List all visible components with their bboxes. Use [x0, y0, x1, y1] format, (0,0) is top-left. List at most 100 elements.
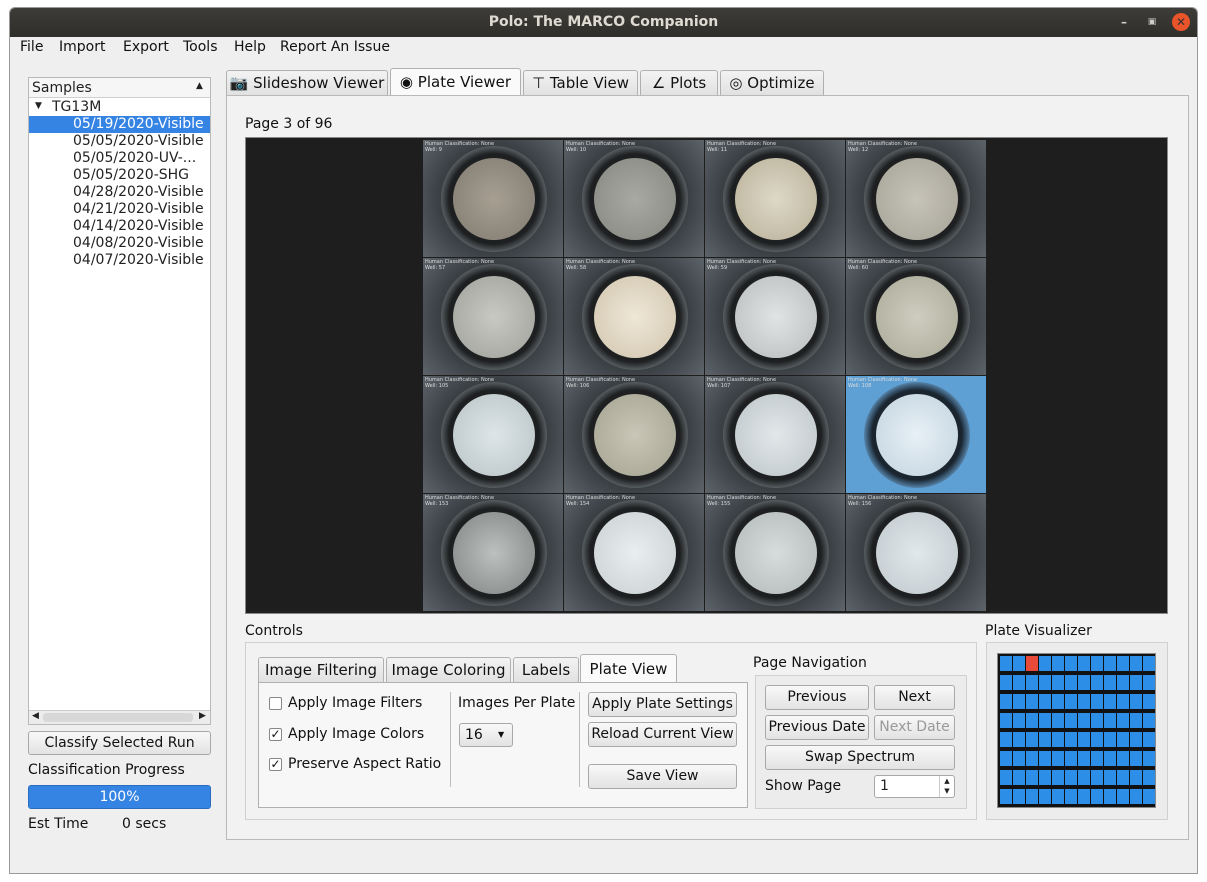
- plate-cell[interactable]: [1039, 789, 1051, 804]
- plate-cell[interactable]: [1078, 694, 1090, 709]
- plate-cell[interactable]: [1130, 770, 1142, 785]
- well-image[interactable]: Human Classification: None Well: 59: [705, 258, 845, 375]
- reload-current-view-button[interactable]: Reload Current View: [588, 722, 737, 747]
- plate-cell[interactable]: [1091, 713, 1103, 728]
- plate-cell[interactable]: [1000, 751, 1012, 766]
- plate-cell[interactable]: [1052, 656, 1064, 671]
- well-image[interactable]: Human Classification: None Well: 106: [564, 376, 704, 493]
- previous-date-button[interactable]: Previous Date: [765, 715, 869, 740]
- plate-cell[interactable]: [1143, 732, 1155, 747]
- plate-cell[interactable]: [1000, 789, 1012, 804]
- well-image[interactable]: Human Classification: None Well: 12: [846, 140, 986, 257]
- menu-file[interactable]: File: [20, 39, 43, 55]
- tree-item-5[interactable]: 04/21/2020-Visible: [73, 201, 204, 218]
- plate-cell[interactable]: [1130, 732, 1142, 747]
- plate-cell[interactable]: [1091, 694, 1103, 709]
- tree-item-1[interactable]: 05/05/2020-Visible: [73, 133, 204, 150]
- plate-cell[interactable]: [1065, 713, 1077, 728]
- close-icon[interactable]: ✕: [1172, 13, 1190, 31]
- plate-cell[interactable]: [1091, 656, 1103, 671]
- plate-cell[interactable]: [1078, 751, 1090, 766]
- plate-cell[interactable]: [1013, 694, 1025, 709]
- plate-cell[interactable]: [1130, 789, 1142, 804]
- plate-cell[interactable]: [1091, 675, 1103, 690]
- tab-labels[interactable]: Labels: [513, 657, 579, 682]
- plate-cell[interactable]: [1117, 751, 1129, 766]
- tab-image-filtering[interactable]: Image Filtering: [258, 657, 384, 682]
- spin-down-icon[interactable]: ▼: [940, 786, 954, 796]
- plate-cell[interactable]: [1039, 675, 1051, 690]
- plate-cell[interactable]: [1039, 656, 1051, 671]
- samples-header[interactable]: Samples ▲: [29, 78, 210, 98]
- plate-cell[interactable]: [1078, 656, 1090, 671]
- plate-cell[interactable]: [1026, 694, 1038, 709]
- menu-help[interactable]: Help: [234, 39, 266, 55]
- plate-cell[interactable]: [1130, 675, 1142, 690]
- plate-cell[interactable]: [1000, 732, 1012, 747]
- samples-tree[interactable]: Samples ▲ ▼ TG13M 05/19/2020-Visible 05/…: [28, 77, 211, 725]
- plate-cell[interactable]: [1130, 694, 1142, 709]
- plate-cell[interactable]: [1091, 751, 1103, 766]
- well-image[interactable]: Human Classification: None Well: 105: [423, 376, 563, 493]
- spin-arrows[interactable]: ▲ ▼: [939, 776, 954, 797]
- plate-cell[interactable]: [1013, 789, 1025, 804]
- plate-cell[interactable]: [1143, 789, 1155, 804]
- well-image[interactable]: Human Classification: None Well: 57: [423, 258, 563, 375]
- save-view-button[interactable]: Save View: [588, 764, 737, 789]
- tab-image-coloring[interactable]: Image Coloring: [386, 657, 511, 682]
- plate-cell[interactable]: [1143, 751, 1155, 766]
- plate-cell[interactable]: [1000, 656, 1012, 671]
- plate-cell[interactable]: [1104, 675, 1116, 690]
- well-image[interactable]: Human Classification: None Well: 9: [423, 140, 563, 257]
- plate-cell[interactable]: [1104, 656, 1116, 671]
- tree-item-2[interactable]: 05/05/2020-UV-...: [73, 150, 196, 167]
- tab-plots[interactable]: ∠ Plots: [640, 70, 718, 95]
- tab-table-view[interactable]: ⊤ Table View: [523, 70, 638, 95]
- plate-cell[interactable]: [1013, 675, 1025, 690]
- plate-cell[interactable]: [1065, 694, 1077, 709]
- plate-cell[interactable]: [1130, 656, 1142, 671]
- well-image[interactable]: Human Classification: None Well: 60: [846, 258, 986, 375]
- tab-slideshow-viewer[interactable]: 📷 Slideshow Viewer: [226, 70, 388, 95]
- scroll-left-icon[interactable]: ◀: [32, 711, 39, 721]
- plate-cell[interactable]: [1026, 789, 1038, 804]
- plate-cell[interactable]: [1065, 656, 1077, 671]
- plate-cell[interactable]: [1078, 789, 1090, 804]
- apply-plate-settings-button[interactable]: Apply Plate Settings: [588, 692, 737, 717]
- plate-cell[interactable]: [1039, 751, 1051, 766]
- plate-cell[interactable]: [1091, 732, 1103, 747]
- plate-cell[interactable]: [1117, 770, 1129, 785]
- well-image[interactable]: Human Classification: None Well: 156: [846, 494, 986, 611]
- tree-item-0[interactable]: 05/19/2020-Visible: [73, 116, 204, 133]
- plate-cell[interactable]: [1052, 789, 1064, 804]
- plate-cell[interactable]: [1052, 732, 1064, 747]
- well-image[interactable]: Human Classification: None Well: 10: [564, 140, 704, 257]
- tab-plate-view[interactable]: Plate View: [580, 654, 677, 683]
- plate-cell[interactable]: [1091, 789, 1103, 804]
- plate-cell[interactable]: [1013, 751, 1025, 766]
- plate-cell[interactable]: [1039, 732, 1051, 747]
- plate-cell[interactable]: [1078, 713, 1090, 728]
- next-button[interactable]: Next: [874, 685, 955, 710]
- well-image[interactable]: Human Classification: None Well: 58: [564, 258, 704, 375]
- plate-cell[interactable]: [1026, 675, 1038, 690]
- plate-cell[interactable]: [1143, 713, 1155, 728]
- plate-cell[interactable]: [1039, 713, 1051, 728]
- well-image[interactable]: Human Classification: None Well: 154: [564, 494, 704, 611]
- scrollbar-thumb[interactable]: [43, 713, 193, 722]
- plate-cell[interactable]: [1104, 713, 1116, 728]
- plate-cell[interactable]: [1065, 675, 1077, 690]
- next-date-button[interactable]: Next Date: [874, 715, 955, 740]
- plate-cell[interactable]: [1104, 694, 1116, 709]
- plate-cell[interactable]: [1013, 656, 1025, 671]
- plate-cell-current[interactable]: [1026, 656, 1038, 671]
- plate-cell[interactable]: [1065, 770, 1077, 785]
- plate-cell[interactable]: [1000, 713, 1012, 728]
- plate-cell[interactable]: [1052, 770, 1064, 785]
- plate-cell[interactable]: [1130, 751, 1142, 766]
- plate-cell[interactable]: [1091, 770, 1103, 785]
- tab-plate-viewer[interactable]: ◉ Plate Viewer: [390, 68, 521, 96]
- plate-cell[interactable]: [1026, 732, 1038, 747]
- plate-cell[interactable]: [1117, 713, 1129, 728]
- plate-cell[interactable]: [1065, 732, 1077, 747]
